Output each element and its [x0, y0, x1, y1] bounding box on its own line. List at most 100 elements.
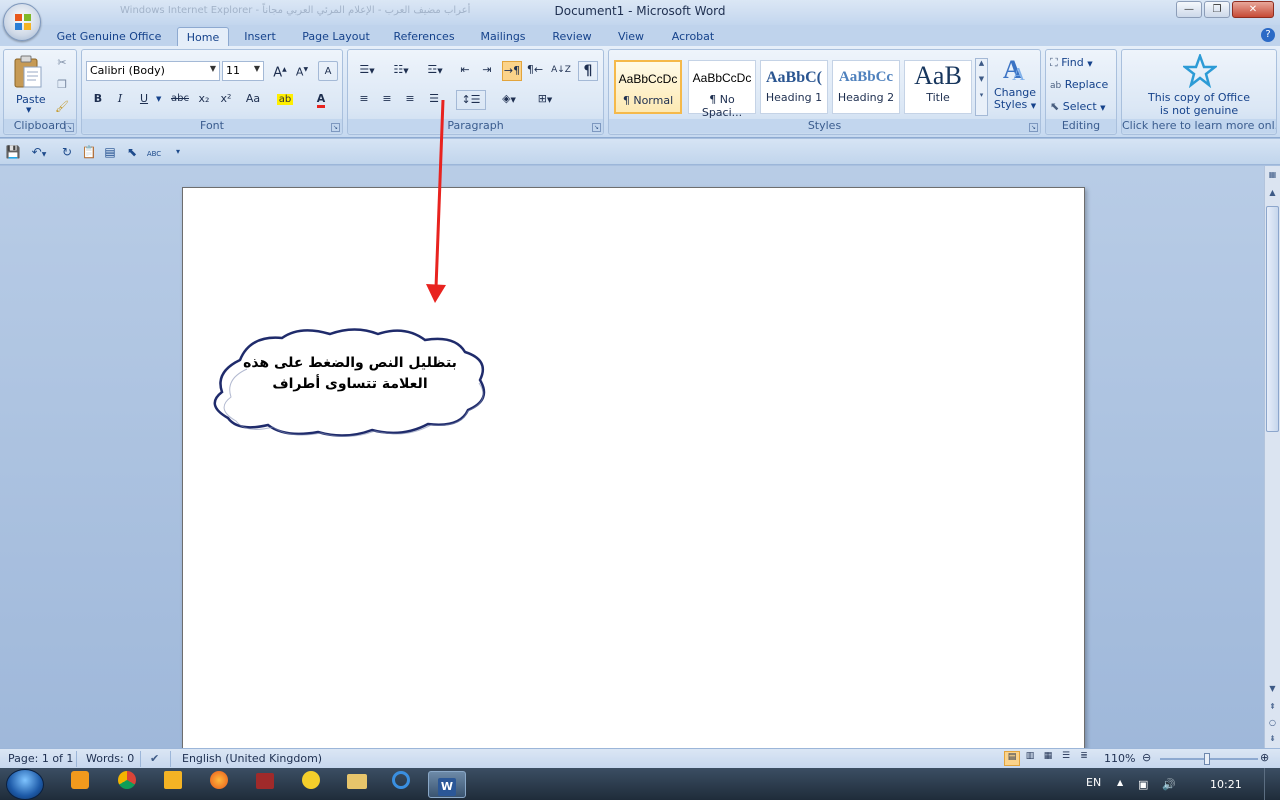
- messenger-icon[interactable]: [292, 771, 330, 798]
- select-objects-icon[interactable]: ⬉: [123, 143, 141, 161]
- cut-button[interactable]: ✂: [52, 54, 72, 74]
- winrar-icon[interactable]: [246, 771, 284, 798]
- text-box-icon[interactable]: ▤: [101, 143, 119, 161]
- file-explorer-icon[interactable]: [338, 771, 376, 798]
- bold-button[interactable]: B: [88, 90, 108, 110]
- paste-button[interactable]: Paste ▼: [8, 53, 48, 117]
- close-button[interactable]: ✕: [1232, 1, 1274, 18]
- font-size-combo[interactable]: 11 ▼: [222, 61, 264, 81]
- vertical-scrollbar[interactable]: ▦ ▲ ▼ ⇞ ○ ⇟: [1264, 166, 1280, 748]
- clear-formatting-button[interactable]: A: [318, 61, 338, 81]
- genuine-link[interactable]: Click here to learn more onl...: [1122, 119, 1276, 133]
- save-icon[interactable]: 💾: [4, 143, 22, 161]
- show-hide-button[interactable]: ¶: [578, 61, 598, 81]
- decrease-indent-button[interactable]: ⇤: [455, 61, 475, 81]
- internet-explorer-icon[interactable]: [382, 771, 420, 798]
- minimize-button[interactable]: —: [1176, 1, 1202, 18]
- scroll-down-icon[interactable]: ▼: [976, 75, 987, 83]
- zoom-level[interactable]: 110%: [1104, 752, 1135, 765]
- language-indicator[interactable]: English (United Kingdom): [182, 752, 322, 765]
- tab-view[interactable]: View: [611, 27, 651, 46]
- grow-font-button[interactable]: A▲: [270, 61, 290, 81]
- spelling-icon[interactable]: ABC: [145, 143, 163, 161]
- ltr-button[interactable]: →¶: [502, 61, 522, 81]
- language-tray[interactable]: EN: [1086, 776, 1101, 789]
- scroll-thumb[interactable]: [1266, 206, 1279, 432]
- document-page[interactable]: [182, 187, 1085, 757]
- firefox-icon[interactable]: [200, 771, 238, 798]
- start-button[interactable]: [6, 769, 44, 800]
- align-left-button[interactable]: ≡: [354, 90, 374, 110]
- align-right-button[interactable]: ≡: [400, 90, 420, 110]
- zoom-out-icon[interactable]: ⊖: [1142, 751, 1151, 764]
- maximize-button[interactable]: ❐: [1204, 1, 1230, 18]
- tab-references[interactable]: References: [388, 27, 460, 46]
- zoom-slider-thumb[interactable]: [1204, 753, 1210, 765]
- align-center-button[interactable]: ≡: [377, 90, 397, 110]
- zoom-slider[interactable]: [1160, 753, 1258, 765]
- genuine-group[interactable]: This copy of Office is not genuine Click…: [1121, 49, 1277, 135]
- replace-button[interactable]: ab Replace: [1050, 78, 1108, 91]
- tab-page-layout[interactable]: Page Layout: [296, 27, 376, 46]
- chrome-icon[interactable]: [108, 771, 146, 798]
- scroll-up-icon[interactable]: ▲: [976, 59, 987, 67]
- styles-scroll[interactable]: ▲ ▼ ▾: [975, 58, 988, 116]
- full-screen-reading-icon[interactable]: ▥: [1022, 751, 1038, 766]
- numbering-button[interactable]: ☷▼: [386, 61, 416, 81]
- bullets-button[interactable]: ☰▼: [352, 61, 382, 81]
- sort-button[interactable]: A↓Z: [550, 61, 572, 81]
- format-painter-button[interactable]: 🖌: [52, 98, 72, 118]
- tab-review[interactable]: Review: [545, 27, 599, 46]
- redo-icon[interactable]: ↻: [58, 143, 76, 161]
- line-spacing-button[interactable]: ↕☰: [456, 90, 486, 110]
- style-heading-1[interactable]: AaBbC( Heading 1: [760, 60, 828, 114]
- borders-button[interactable]: ⊞▼: [530, 90, 560, 110]
- more-styles-icon[interactable]: ▾: [976, 91, 987, 99]
- word-count[interactable]: Words: 0: [86, 752, 134, 765]
- shading-button[interactable]: ◈▼: [494, 90, 524, 110]
- copy-button[interactable]: ❐: [52, 76, 72, 96]
- justify-button[interactable]: ☰: [424, 90, 444, 110]
- outline-icon[interactable]: ☰: [1058, 751, 1074, 766]
- ruler-toggle-icon[interactable]: ▦: [1266, 168, 1279, 181]
- chevron-down-icon[interactable]: ▼: [156, 95, 161, 103]
- draft-icon[interactable]: ≣: [1076, 751, 1092, 766]
- clock[interactable]: 10:21: [1210, 778, 1242, 791]
- style-normal[interactable]: AaBbCcDc ¶ Normal: [614, 60, 682, 114]
- font-name-combo[interactable]: Calibri (Body) ▼: [86, 61, 220, 81]
- print-layout-icon[interactable]: ▤: [1004, 751, 1020, 766]
- superscript-button[interactable]: x²: [216, 90, 236, 110]
- shrink-font-button[interactable]: A▼: [292, 61, 312, 81]
- browse-object-icon[interactable]: ○: [1266, 716, 1279, 729]
- tab-acrobat[interactable]: Acrobat: [664, 27, 722, 46]
- multilevel-list-button[interactable]: ☲▼: [420, 61, 450, 81]
- subscript-button[interactable]: x₂: [194, 90, 214, 110]
- network-icon[interactable]: ▣: [1138, 778, 1148, 791]
- clipboard-launcher-icon[interactable]: ↘: [65, 123, 74, 132]
- media-player-icon[interactable]: [61, 771, 99, 798]
- font-launcher-icon[interactable]: ↘: [331, 123, 340, 132]
- show-desktop-button[interactable]: [1264, 768, 1280, 800]
- undo-icon[interactable]: ↶▼: [26, 143, 52, 161]
- paste-icon[interactable]: 📋: [80, 143, 98, 161]
- outlook-icon[interactable]: [154, 771, 192, 798]
- volume-icon[interactable]: 🔊: [1162, 778, 1176, 791]
- tab-mailings[interactable]: Mailings: [472, 27, 534, 46]
- customize-qat-icon[interactable]: ▾: [169, 143, 187, 161]
- office-button[interactable]: [3, 3, 41, 41]
- font-color-button[interactable]: A: [308, 90, 334, 110]
- paragraph-launcher-icon[interactable]: ↘: [592, 123, 601, 132]
- style-no-spacing[interactable]: AaBbCcDc ¶ No Spaci...: [688, 60, 756, 119]
- word-taskbar-icon[interactable]: W: [428, 771, 466, 798]
- zoom-in-icon[interactable]: ⊕: [1260, 751, 1269, 764]
- web-layout-icon[interactable]: ▦: [1040, 751, 1056, 766]
- help-icon[interactable]: ?: [1261, 28, 1275, 42]
- style-title[interactable]: AaB Title: [904, 60, 972, 114]
- previous-page-icon[interactable]: ⇞: [1266, 700, 1279, 713]
- scroll-up-icon[interactable]: ▲: [1266, 186, 1279, 199]
- page-indicator[interactable]: Page: 1 of 1: [8, 752, 73, 765]
- proofing-icon[interactable]: ✔: [150, 752, 159, 765]
- next-page-icon[interactable]: ⇟: [1266, 732, 1279, 745]
- italic-button[interactable]: I: [110, 90, 130, 110]
- change-case-button[interactable]: Aa: [240, 90, 266, 110]
